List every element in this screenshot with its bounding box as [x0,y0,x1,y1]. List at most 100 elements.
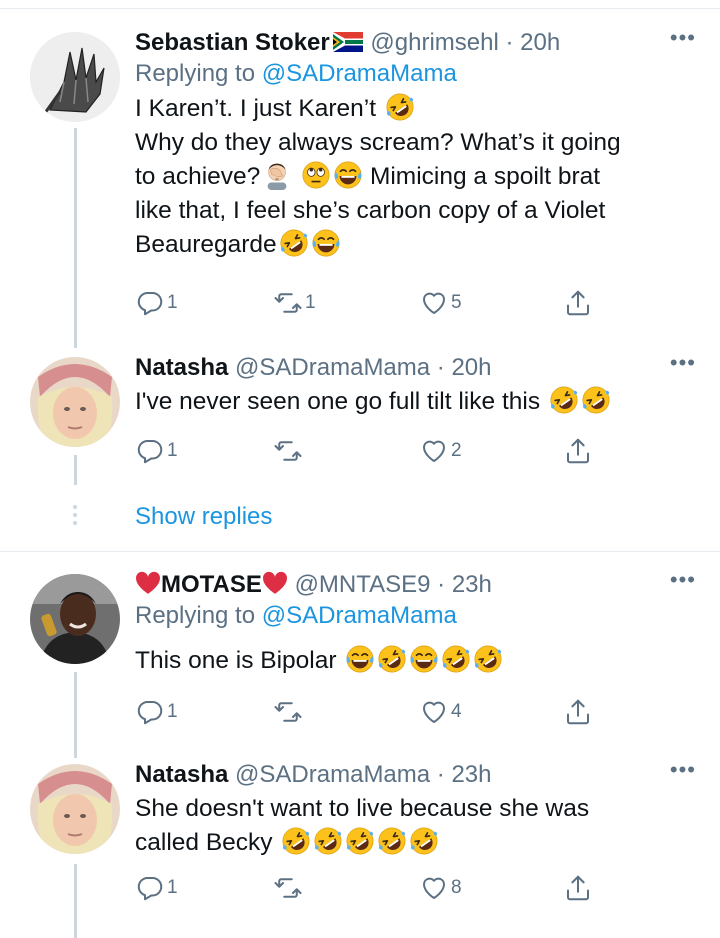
like-button[interactable]: 5 [419,283,462,323]
retweet-button[interactable] [273,431,305,471]
rolling-on-floor-laughing-icon [377,644,407,674]
reply-count: 1 [167,701,178,722]
tweet-motase[interactable]: MOTASE @MNTASE9 · 23h ••• Replying to @S… [0,552,720,758]
like-count: 5 [451,292,462,313]
display-name[interactable]: Natasha [135,354,228,381]
reply-icon [135,436,165,466]
tweet-text: This one is Bipolar [135,644,696,678]
share-icon [563,288,593,318]
avatar[interactable] [30,764,120,854]
reply-count: 1 [167,877,178,898]
rolling-on-floor-laughing-icon [385,92,415,122]
user-handle[interactable]: @MNTASE9 [295,571,431,598]
replying-to: Replying to @SADramaMama [135,602,457,629]
tweet-text: I've never seen one go full tilt like th… [135,385,696,419]
rolling-on-floor-laughing-icon [549,385,579,415]
share-icon [563,436,593,466]
like-count: 4 [451,701,462,722]
timestamp[interactable]: · 23h [437,571,492,598]
reply-button[interactable]: 1 [135,868,178,908]
timestamp[interactable]: · 23h [437,761,492,788]
show-replies-link[interactable]: Show replies [135,503,272,531]
red-heart-icon [262,571,288,595]
thread-line [74,455,77,485]
rolling-on-floor-laughing-icon [279,228,309,258]
reply-icon [135,288,165,318]
retweet-button[interactable]: 1 [273,283,316,323]
like-icon [419,697,449,727]
reply-button[interactable]: 1 [135,431,178,471]
like-count: 8 [451,877,462,898]
tweet-natasha-2[interactable]: Natasha @SADramaMama · 23h ••• She doesn… [0,752,720,938]
rolling-on-floor-laughing-icon [377,826,407,856]
more-options-icon[interactable]: ••• [670,759,696,781]
face-with-tears-of-joy-icon [409,644,439,674]
red-heart-icon [135,571,161,595]
display-name[interactable]: Sebastian Stoker [135,29,330,56]
man-facepalming-icon [262,160,292,190]
like-icon [419,873,449,903]
user-handle[interactable]: @SADramaMama [235,761,430,788]
share-icon [563,873,593,903]
south-africa-flag-icon [332,30,364,52]
mention-link[interactable]: @SADramaMama [262,60,457,87]
share-icon [563,697,593,727]
tweet-actions: 1 4 [135,692,595,732]
rolling-on-floor-laughing-icon [281,826,311,856]
rolling-on-floor-laughing-icon [581,385,611,415]
display-name[interactable]: MOTASE [161,571,262,598]
share-button[interactable] [563,431,593,471]
tweet-sebastian[interactable]: Sebastian Stoker @ghrimsehl · 20h ••• Re… [0,0,720,348]
rolling-on-floor-laughing-icon [441,644,471,674]
face-with-tears-of-joy-icon [345,644,375,674]
tweet-header: Natasha @SADramaMama · 20h [135,353,696,383]
rolling-on-floor-laughing-icon [345,826,375,856]
user-handle[interactable]: @SADramaMama [235,354,430,381]
timestamp[interactable]: · 20h [506,29,561,56]
tweet-actions: 1 1 5 [135,283,595,323]
tweet-actions: 1 2 [135,431,595,471]
mention-link[interactable]: @SADramaMama [262,602,457,629]
like-button[interactable]: 4 [419,692,462,732]
reply-button[interactable]: 1 [135,283,178,323]
like-button[interactable]: 8 [419,868,462,908]
retweet-count: 1 [305,292,316,313]
like-icon [419,288,449,318]
avatar[interactable] [30,32,120,122]
share-button[interactable] [563,868,593,908]
avatar[interactable] [30,574,120,664]
tweet-natasha-1[interactable]: Natasha @SADramaMama · 20h ••• I've neve… [0,345,720,545]
user-handle[interactable]: @ghrimsehl [370,29,498,56]
retweet-icon [273,873,303,903]
more-options-icon[interactable]: ••• [670,569,696,591]
face-with-tears-of-joy-icon [333,160,363,190]
like-icon [419,436,449,466]
timestamp[interactable]: · 20h [437,354,492,381]
thread-line [74,672,77,758]
tweet-text: She doesn't want to live because she was… [135,792,696,860]
avatar[interactable] [30,357,120,447]
share-button[interactable] [563,283,593,323]
tweet-header: Sebastian Stoker @ghrimsehl · 20h [135,28,696,58]
thread-dots [72,505,78,529]
reply-icon [135,873,165,903]
retweet-icon [273,288,303,318]
retweet-icon [273,436,303,466]
thread-line [74,864,77,938]
retweet-button[interactable] [273,692,305,732]
more-options-icon[interactable]: ••• [670,27,696,49]
rolling-on-floor-laughing-icon [313,826,343,856]
like-button[interactable]: 2 [419,431,462,471]
thread-line [74,128,77,348]
tweet-actions: 1 8 [135,868,595,908]
rolling-on-floor-laughing-icon [473,644,503,674]
more-options-icon[interactable]: ••• [670,352,696,374]
rolling-on-floor-laughing-icon [409,826,439,856]
reply-button[interactable]: 1 [135,692,178,732]
face-with-tears-of-joy-icon [311,228,341,258]
tweet-text: I Karen’t. I just Karen’t Why do they al… [135,92,696,262]
like-count: 2 [451,440,462,461]
retweet-button[interactable] [273,868,305,908]
share-button[interactable] [563,692,593,732]
display-name[interactable]: Natasha [135,761,228,788]
